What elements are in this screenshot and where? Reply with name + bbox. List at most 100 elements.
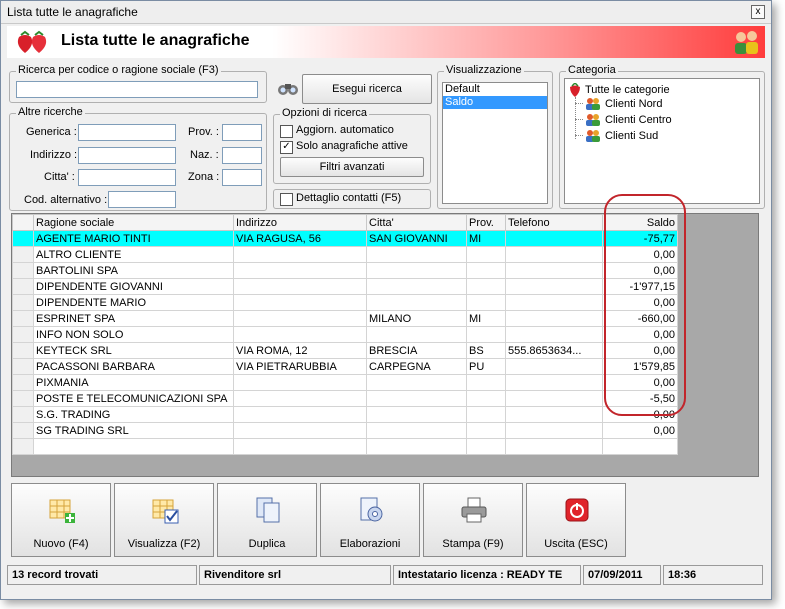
cell-address[interactable] bbox=[233, 374, 367, 391]
row-header-cell[interactable] bbox=[12, 342, 34, 359]
duplicate-button[interactable]: Duplica bbox=[217, 483, 317, 557]
cell-city[interactable]: MILANO bbox=[366, 310, 467, 327]
cell-city[interactable]: SAN GIOVANNI bbox=[366, 230, 467, 247]
row-header-cell[interactable] bbox=[12, 278, 34, 295]
print-button[interactable]: Stampa (F9) bbox=[423, 483, 523, 557]
cell-address[interactable] bbox=[233, 438, 367, 455]
cell-name[interactable]: INFO NON SOLO bbox=[33, 326, 234, 343]
cell-address[interactable] bbox=[233, 326, 367, 343]
column-header-name[interactable]: Ragione sociale bbox=[33, 214, 234, 231]
row-header-cell[interactable] bbox=[12, 230, 34, 247]
cell-name[interactable]: PACASSONI BARBARA bbox=[33, 358, 234, 375]
cell-province[interactable] bbox=[466, 294, 506, 311]
cell-city[interactable]: CARPEGNA bbox=[366, 358, 467, 375]
cell-province[interactable]: MI bbox=[466, 230, 506, 247]
table-row[interactable]: POSTE E TELECOMUNICAZIONI SPA -5,50 bbox=[12, 390, 678, 407]
nation-input[interactable] bbox=[222, 147, 262, 164]
cell-address[interactable] bbox=[233, 422, 367, 439]
alt-code-input[interactable] bbox=[108, 191, 176, 208]
run-search-button[interactable]: Esegui ricerca bbox=[302, 74, 432, 104]
cell-address[interactable]: VIA ROMA, 12 bbox=[233, 342, 367, 359]
cell-phone[interactable] bbox=[505, 310, 603, 327]
cell-city[interactable] bbox=[366, 406, 467, 423]
row-header-cell[interactable] bbox=[12, 422, 34, 439]
row-header-cell[interactable] bbox=[12, 326, 34, 343]
cell-phone[interactable] bbox=[505, 390, 603, 407]
row-header-cell[interactable] bbox=[12, 390, 34, 407]
cell-address[interactable]: VIA RAGUSA, 56 bbox=[233, 230, 367, 247]
cell-name[interactable]: S.G. TRADING bbox=[33, 406, 234, 423]
cell-city[interactable] bbox=[366, 246, 467, 263]
table-row[interactable]: INFO NON SOLO 0,00 bbox=[12, 326, 678, 343]
search-input[interactable] bbox=[16, 81, 258, 98]
cell-address[interactable] bbox=[233, 294, 367, 311]
cell-balance[interactable] bbox=[602, 438, 678, 455]
table-row[interactable]: PACASSONI BARBARA VIA PIETRARUBBIA CARPEGN… bbox=[12, 358, 678, 375]
advanced-filters-button[interactable]: Filtri avanzati bbox=[280, 157, 424, 177]
generic-input[interactable] bbox=[78, 124, 176, 141]
row-header-cell[interactable] bbox=[12, 358, 34, 375]
view-button[interactable]: Visualizza (F2) bbox=[114, 483, 214, 557]
cell-phone[interactable] bbox=[505, 278, 603, 295]
table-row[interactable]: PIXMANIA 0,00 bbox=[12, 374, 678, 391]
cell-province[interactable] bbox=[466, 278, 506, 295]
cell-city[interactable] bbox=[366, 262, 467, 279]
cell-province[interactable]: PU bbox=[466, 358, 506, 375]
cell-phone[interactable] bbox=[505, 326, 603, 343]
row-header-cell[interactable] bbox=[12, 374, 34, 391]
cell-address[interactable] bbox=[233, 262, 367, 279]
row-header-cell[interactable] bbox=[12, 310, 34, 327]
cell-name[interactable]: ALTRO CLIENTE bbox=[33, 246, 234, 263]
row-header-cell[interactable] bbox=[12, 262, 34, 279]
close-button[interactable]: x bbox=[751, 5, 765, 19]
cell-address[interactable] bbox=[233, 278, 367, 295]
cell-address[interactable] bbox=[233, 406, 367, 423]
cell-city[interactable] bbox=[366, 278, 467, 295]
processing-button[interactable]: Elaborazioni bbox=[320, 483, 420, 557]
table-row[interactable]: SG TRADING SRL 0,00 bbox=[12, 422, 678, 439]
cell-name[interactable]: PIXMANIA bbox=[33, 374, 234, 391]
category-item-centro[interactable]: Clienti Centro bbox=[605, 114, 672, 126]
row-header-cell[interactable] bbox=[12, 406, 34, 423]
cell-city[interactable] bbox=[366, 294, 467, 311]
contact-details-checkbox[interactable] bbox=[280, 193, 293, 206]
cell-phone[interactable] bbox=[505, 262, 603, 279]
cell-name[interactable]: ESPRINET SPA bbox=[33, 310, 234, 327]
cell-province[interactable] bbox=[466, 390, 506, 407]
table-row[interactable]: ESPRINET SPA MILANO MI -660,00 bbox=[12, 310, 678, 327]
cell-province[interactable] bbox=[466, 326, 506, 343]
cell-province[interactable]: MI bbox=[466, 310, 506, 327]
cell-name[interactable] bbox=[33, 438, 234, 455]
table-row[interactable]: ALTRO CLIENTE 0,00 bbox=[12, 246, 678, 263]
province-input[interactable] bbox=[222, 124, 262, 141]
cell-address[interactable] bbox=[233, 246, 367, 263]
cell-city[interactable] bbox=[366, 374, 467, 391]
cell-phone[interactable] bbox=[505, 246, 603, 263]
auto-update-checkbox[interactable] bbox=[280, 125, 293, 138]
table-row[interactable]: AGENTE MARIO TINTI VIA RAGUSA, 56 SAN GIOV… bbox=[12, 230, 678, 247]
cell-province[interactable] bbox=[466, 438, 506, 455]
table-row[interactable]: S.G. TRADING 0,00 bbox=[12, 406, 678, 423]
column-header-address[interactable]: Indirizzo bbox=[233, 214, 367, 231]
new-button[interactable]: Nuovo (F4) bbox=[11, 483, 111, 557]
row-header-cell[interactable] bbox=[12, 294, 34, 311]
cell-city[interactable] bbox=[366, 422, 467, 439]
cell-name[interactable]: KEYTECK SRL bbox=[33, 342, 234, 359]
category-root[interactable]: Tutte le categorie bbox=[585, 84, 670, 96]
cell-name[interactable]: DIPENDENTE MARIO bbox=[33, 294, 234, 311]
cell-phone[interactable] bbox=[505, 422, 603, 439]
zone-input[interactable] bbox=[222, 169, 262, 186]
table-row[interactable]: KEYTECK SRL VIA ROMA, 12 BRESCIA BS 555.8653… bbox=[12, 342, 678, 359]
cell-phone[interactable] bbox=[505, 374, 603, 391]
cell-name[interactable]: DIPENDENTE GIOVANNI bbox=[33, 278, 234, 295]
view-option-saldo[interactable]: Saldo bbox=[443, 96, 547, 109]
cell-phone[interactable] bbox=[505, 358, 603, 375]
row-header-cell[interactable] bbox=[12, 246, 34, 263]
cell-address[interactable] bbox=[233, 310, 367, 327]
cell-name[interactable]: BARTOLINI SPA bbox=[33, 262, 234, 279]
cell-province[interactable] bbox=[466, 246, 506, 263]
cell-phone[interactable] bbox=[505, 294, 603, 311]
cell-city[interactable] bbox=[366, 326, 467, 343]
cell-name[interactable]: SG TRADING SRL bbox=[33, 422, 234, 439]
cell-province[interactable] bbox=[466, 262, 506, 279]
